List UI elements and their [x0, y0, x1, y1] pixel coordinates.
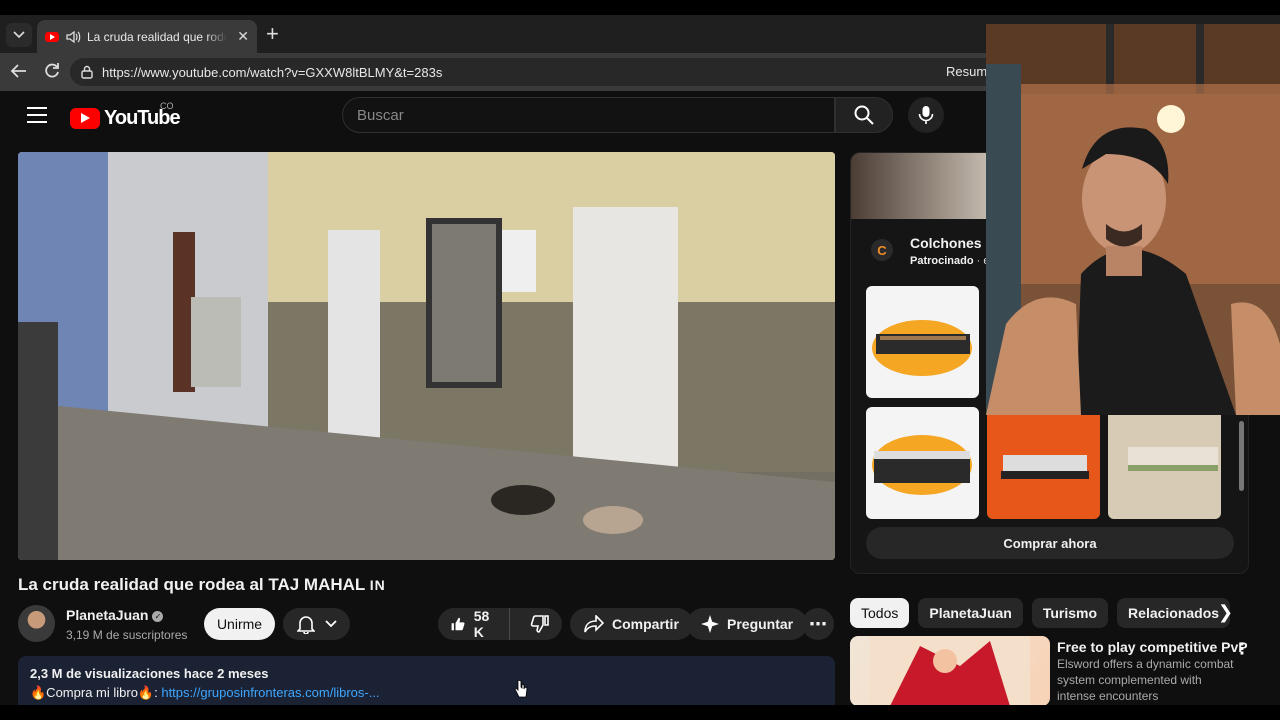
more-actions-button[interactable]: ⋯: [802, 608, 834, 640]
ad-scrollbar[interactable]: [1239, 421, 1244, 491]
notifications-button[interactable]: [283, 608, 350, 640]
tab-search-button[interactable]: [6, 23, 32, 47]
like-count: 58 K: [473, 608, 490, 640]
sponsored-text: Patrocinado: [910, 255, 974, 267]
subscriber-count: 3,19 M de suscriptores: [66, 628, 188, 642]
advertiser-name[interactable]: Colchones I: [910, 235, 989, 251]
search-icon: [854, 105, 874, 125]
back-arrow-icon[interactable]: [10, 62, 28, 80]
description-link[interactable]: https://gruposinfronteras.com/libros-...: [161, 685, 379, 700]
ad-product-tile[interactable]: [1108, 407, 1221, 519]
video-description[interactable]: 2,3 M de visualizaciones hace 2 meses 🔥C…: [18, 656, 835, 705]
view-stats: 2,3 M de visualizaciones hace 2 meses: [30, 666, 269, 681]
video-title-text: La cruda realidad que rodea al TAJ MAHAL: [18, 575, 366, 594]
summary-button[interactable]: Resumi: [946, 64, 990, 79]
sponsored-label: Patrocinado · e: [910, 255, 989, 267]
video-frame: [18, 152, 835, 560]
site-info-icon[interactable]: [80, 65, 94, 79]
share-button[interactable]: Compartir: [570, 608, 693, 640]
search-button[interactable]: [835, 97, 893, 133]
description-line: 🔥Compra mi libro🔥: https://gruposinfront…: [30, 685, 823, 701]
chip-all[interactable]: Todos: [850, 598, 910, 628]
bell-icon: [296, 616, 315, 634]
channel-name[interactable]: PlanetaJuan ✓: [66, 607, 164, 623]
share-label: Compartir: [612, 616, 679, 632]
more-horizontal-icon: ⋯: [809, 613, 827, 634]
sparkle-icon: [701, 615, 719, 633]
more-vertical-icon[interactable]: ⋮: [1234, 639, 1250, 659]
tab-close-icon[interactable]: ✕: [237, 28, 249, 45]
description-prefix: 🔥Compra mi libro🔥:: [30, 685, 162, 700]
recommendation-description: Elsword offers a dynamic combat system c…: [1057, 657, 1234, 703]
voice-search-button[interactable]: [908, 97, 944, 133]
ask-label: Preguntar: [727, 616, 794, 632]
ask-button[interactable]: Preguntar: [687, 608, 808, 640]
shop-now-button[interactable]: Comprar ahora: [866, 527, 1234, 559]
chip-turismo[interactable]: Turismo: [1031, 598, 1109, 628]
chevron-right-icon[interactable]: ❯: [1218, 602, 1233, 623]
share-arrow-icon: [584, 615, 604, 633]
dislike-button[interactable]: [518, 608, 562, 640]
menu-icon[interactable]: [27, 107, 47, 128]
ad-product-tile[interactable]: [866, 286, 979, 398]
search-input[interactable]: [357, 106, 834, 124]
webcam-overlay: [986, 24, 1280, 415]
recommendation-title[interactable]: Free to play competitive PvP: [1057, 639, 1248, 655]
youtube-favicon-icon: [45, 31, 59, 42]
recommendation-thumbnail[interactable]: [850, 636, 1050, 705]
verified-check-icon: ✓: [152, 610, 164, 622]
youtube-play-icon: [70, 108, 100, 129]
like-button[interactable]: 58 K: [438, 608, 510, 640]
join-button[interactable]: Unirme: [204, 608, 275, 640]
recommended-ad-item[interactable]: Free to play competitive PvP Elsword off…: [850, 636, 1270, 705]
advertiser-logo-icon: C: [871, 239, 893, 261]
ad-product-tile[interactable]: [987, 407, 1100, 519]
search-box: [342, 97, 835, 133]
chevron-down-icon: [13, 31, 25, 39]
url-text[interactable]: https://www.youtube.com/watch?v=GXXW8ltB…: [102, 65, 442, 80]
channel-name-text: PlanetaJuan: [66, 607, 149, 623]
webcam-frame: [986, 24, 1280, 415]
reload-icon[interactable]: [43, 62, 61, 80]
new-tab-button[interactable]: +: [266, 21, 279, 47]
video-player[interactable]: [18, 152, 835, 560]
omnibox[interactable]: https://www.youtube.com/watch?v=GXXW8ltB…: [70, 58, 1070, 86]
microphone-icon: [918, 106, 934, 124]
mouse-cursor-icon: [514, 679, 528, 698]
video-owner-row: PlanetaJuan ✓ 3,19 M de suscriptores Unir…: [18, 605, 838, 645]
like-dislike-group: 58 K: [438, 608, 562, 640]
video-title-suffix: IN: [369, 577, 386, 593]
related-chips: Todos PlanetaJuan Turismo Relacionados: [850, 598, 1231, 628]
browser-tab-active[interactable]: La cruda realidad que rodea al TAJ MAHAL…: [37, 20, 257, 53]
chevron-down-icon: [324, 620, 337, 628]
video-title: La cruda realidad que rodea al TAJ MAHAL…: [18, 575, 386, 595]
tab-title: La cruda realidad que rodea al TAJ MAHAL: [87, 29, 227, 44]
thumbs-down-icon: [530, 615, 549, 633]
ad-product-tile[interactable]: [866, 407, 979, 519]
channel-avatar[interactable]: [18, 605, 55, 642]
speaker-icon[interactable]: [65, 30, 81, 44]
region-code: CO: [160, 101, 174, 111]
thumbs-up-icon: [451, 617, 465, 631]
chip-planetajuan[interactable]: PlanetaJuan: [918, 598, 1023, 628]
chip-relacionados[interactable]: Relacionados: [1117, 598, 1231, 628]
